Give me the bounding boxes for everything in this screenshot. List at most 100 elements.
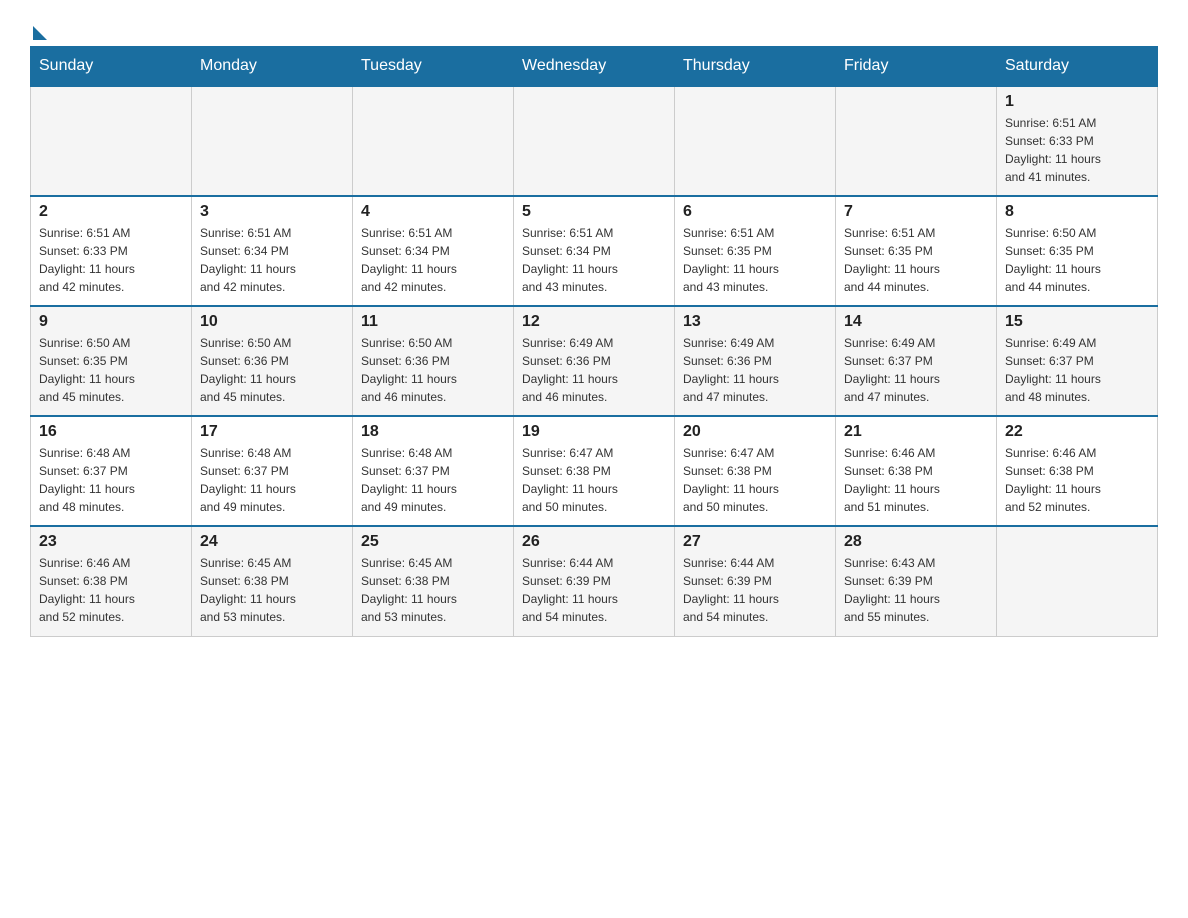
calendar-cell: 14 Sunrise: 6:49 AM Sunset: 6:37 PM Dayli… (836, 306, 997, 416)
day-number: 18 (361, 423, 505, 441)
day-info: Sunrise: 6:51 AM Sunset: 6:33 PM Dayligh… (39, 224, 183, 296)
calendar-cell: 8 Sunrise: 6:50 AM Sunset: 6:35 PM Daylig… (997, 196, 1158, 306)
calendar-cell (192, 86, 353, 196)
calendar-cell: 12 Sunrise: 6:49 AM Sunset: 6:36 PM Dayli… (514, 306, 675, 416)
calendar-cell: 5 Sunrise: 6:51 AM Sunset: 6:34 PM Daylig… (514, 196, 675, 306)
day-info: Sunrise: 6:51 AM Sunset: 6:34 PM Dayligh… (200, 224, 344, 296)
calendar-cell: 3 Sunrise: 6:51 AM Sunset: 6:34 PM Daylig… (192, 196, 353, 306)
calendar-table: SundayMondayTuesdayWednesdayThursdayFrid… (30, 46, 1158, 637)
day-info: Sunrise: 6:46 AM Sunset: 6:38 PM Dayligh… (39, 554, 183, 626)
calendar-cell: 4 Sunrise: 6:51 AM Sunset: 6:34 PM Daylig… (353, 196, 514, 306)
day-info: Sunrise: 6:44 AM Sunset: 6:39 PM Dayligh… (683, 554, 827, 626)
day-info: Sunrise: 6:50 AM Sunset: 6:35 PM Dayligh… (1005, 224, 1149, 296)
day-info: Sunrise: 6:50 AM Sunset: 6:36 PM Dayligh… (361, 334, 505, 406)
day-number: 12 (522, 313, 666, 331)
calendar-cell: 21 Sunrise: 6:46 AM Sunset: 6:38 PM Dayli… (836, 416, 997, 526)
day-info: Sunrise: 6:47 AM Sunset: 6:38 PM Dayligh… (522, 444, 666, 516)
calendar-cell: 11 Sunrise: 6:50 AM Sunset: 6:36 PM Dayli… (353, 306, 514, 416)
calendar-cell (514, 86, 675, 196)
calendar-cell: 27 Sunrise: 6:44 AM Sunset: 6:39 PM Dayli… (675, 526, 836, 636)
day-number: 5 (522, 203, 666, 221)
day-number: 10 (200, 313, 344, 331)
day-number: 15 (1005, 313, 1149, 331)
day-number: 3 (200, 203, 344, 221)
day-number: 13 (683, 313, 827, 331)
day-number: 11 (361, 313, 505, 331)
day-info: Sunrise: 6:47 AM Sunset: 6:38 PM Dayligh… (683, 444, 827, 516)
day-info: Sunrise: 6:43 AM Sunset: 6:39 PM Dayligh… (844, 554, 988, 626)
calendar-cell: 22 Sunrise: 6:46 AM Sunset: 6:38 PM Dayli… (997, 416, 1158, 526)
calendar-cell (997, 526, 1158, 636)
day-number: 8 (1005, 203, 1149, 221)
calendar-cell: 18 Sunrise: 6:48 AM Sunset: 6:37 PM Dayli… (353, 416, 514, 526)
day-info: Sunrise: 6:51 AM Sunset: 6:34 PM Dayligh… (361, 224, 505, 296)
calendar-cell: 2 Sunrise: 6:51 AM Sunset: 6:33 PM Daylig… (31, 196, 192, 306)
calendar-cell: 9Sunrise: 6:50 AM Sunset: 6:35 PM Daylig… (31, 306, 192, 416)
calendar-header-row: SundayMondayTuesdayWednesdayThursdayFrid… (31, 47, 1158, 87)
calendar-cell: 7Sunrise: 6:51 AM Sunset: 6:35 PM Daylig… (836, 196, 997, 306)
calendar-week-row: 1Sunrise: 6:51 AM Sunset: 6:33 PM Daylig… (31, 86, 1158, 196)
day-number: 16 (39, 423, 183, 441)
calendar-cell: 26 Sunrise: 6:44 AM Sunset: 6:39 PM Dayli… (514, 526, 675, 636)
day-number: 9 (39, 313, 183, 331)
day-info: Sunrise: 6:46 AM Sunset: 6:38 PM Dayligh… (1005, 444, 1149, 516)
day-info: Sunrise: 6:50 AM Sunset: 6:36 PM Dayligh… (200, 334, 344, 406)
weekday-header: Friday (836, 47, 997, 87)
calendar-week-row: 2 Sunrise: 6:51 AM Sunset: 6:33 PM Daylig… (31, 196, 1158, 306)
day-number: 6 (683, 203, 827, 221)
day-info: Sunrise: 6:51 AM Sunset: 6:35 PM Dayligh… (844, 224, 988, 296)
calendar-cell: 23 Sunrise: 6:46 AM Sunset: 6:38 PM Dayli… (31, 526, 192, 636)
day-info: Sunrise: 6:49 AM Sunset: 6:37 PM Dayligh… (844, 334, 988, 406)
calendar-cell (31, 86, 192, 196)
day-info: Sunrise: 6:45 AM Sunset: 6:38 PM Dayligh… (200, 554, 344, 626)
day-number: 14 (844, 313, 988, 331)
weekday-header: Sunday (31, 47, 192, 87)
day-info: Sunrise: 6:51 AM Sunset: 6:35 PM Dayligh… (683, 224, 827, 296)
day-number: 20 (683, 423, 827, 441)
calendar-cell: 25Sunrise: 6:45 AM Sunset: 6:38 PM Dayli… (353, 526, 514, 636)
calendar-cell: 6 Sunrise: 6:51 AM Sunset: 6:35 PM Daylig… (675, 196, 836, 306)
calendar-cell: 15 Sunrise: 6:49 AM Sunset: 6:37 PM Dayli… (997, 306, 1158, 416)
weekday-header: Wednesday (514, 47, 675, 87)
day-number: 2 (39, 203, 183, 221)
calendar-week-row: 9Sunrise: 6:50 AM Sunset: 6:35 PM Daylig… (31, 306, 1158, 416)
day-number: 24 (200, 533, 344, 551)
calendar-cell: 28 Sunrise: 6:43 AM Sunset: 6:39 PM Dayli… (836, 526, 997, 636)
day-number: 28 (844, 533, 988, 551)
day-info: Sunrise: 6:48 AM Sunset: 6:37 PM Dayligh… (200, 444, 344, 516)
day-info: Sunrise: 6:44 AM Sunset: 6:39 PM Dayligh… (522, 554, 666, 626)
calendar-cell (353, 86, 514, 196)
day-info: Sunrise: 6:51 AM Sunset: 6:33 PM Dayligh… (1005, 114, 1149, 186)
calendar-cell (836, 86, 997, 196)
calendar-cell: 10 Sunrise: 6:50 AM Sunset: 6:36 PM Dayli… (192, 306, 353, 416)
day-info: Sunrise: 6:51 AM Sunset: 6:34 PM Dayligh… (522, 224, 666, 296)
calendar-cell: 24 Sunrise: 6:45 AM Sunset: 6:38 PM Dayli… (192, 526, 353, 636)
day-info: Sunrise: 6:48 AM Sunset: 6:37 PM Dayligh… (361, 444, 505, 516)
calendar-cell: 17 Sunrise: 6:48 AM Sunset: 6:37 PM Dayli… (192, 416, 353, 526)
day-number: 26 (522, 533, 666, 551)
day-number: 23 (39, 533, 183, 551)
day-number: 22 (1005, 423, 1149, 441)
day-number: 17 (200, 423, 344, 441)
weekday-header: Saturday (997, 47, 1158, 87)
day-number: 19 (522, 423, 666, 441)
weekday-header: Thursday (675, 47, 836, 87)
weekday-header: Tuesday (353, 47, 514, 87)
day-info: Sunrise: 6:49 AM Sunset: 6:36 PM Dayligh… (522, 334, 666, 406)
calendar-cell: 1Sunrise: 6:51 AM Sunset: 6:33 PM Daylig… (997, 86, 1158, 196)
calendar-week-row: 16 Sunrise: 6:48 AM Sunset: 6:37 PM Dayli… (31, 416, 1158, 526)
calendar-cell: 20 Sunrise: 6:47 AM Sunset: 6:38 PM Dayli… (675, 416, 836, 526)
calendar-cell: 19 Sunrise: 6:47 AM Sunset: 6:38 PM Dayli… (514, 416, 675, 526)
calendar-cell: 13Sunrise: 6:49 AM Sunset: 6:36 PM Dayli… (675, 306, 836, 416)
weekday-header: Monday (192, 47, 353, 87)
day-info: Sunrise: 6:45 AM Sunset: 6:38 PM Dayligh… (361, 554, 505, 626)
day-info: Sunrise: 6:49 AM Sunset: 6:37 PM Dayligh… (1005, 334, 1149, 406)
day-info: Sunrise: 6:46 AM Sunset: 6:38 PM Dayligh… (844, 444, 988, 516)
page-header (30, 20, 1158, 36)
logo (30, 20, 47, 36)
calendar-week-row: 23 Sunrise: 6:46 AM Sunset: 6:38 PM Dayli… (31, 526, 1158, 636)
calendar-cell: 16Sunrise: 6:48 AM Sunset: 6:37 PM Dayli… (31, 416, 192, 526)
day-number: 4 (361, 203, 505, 221)
day-number: 27 (683, 533, 827, 551)
day-number: 21 (844, 423, 988, 441)
